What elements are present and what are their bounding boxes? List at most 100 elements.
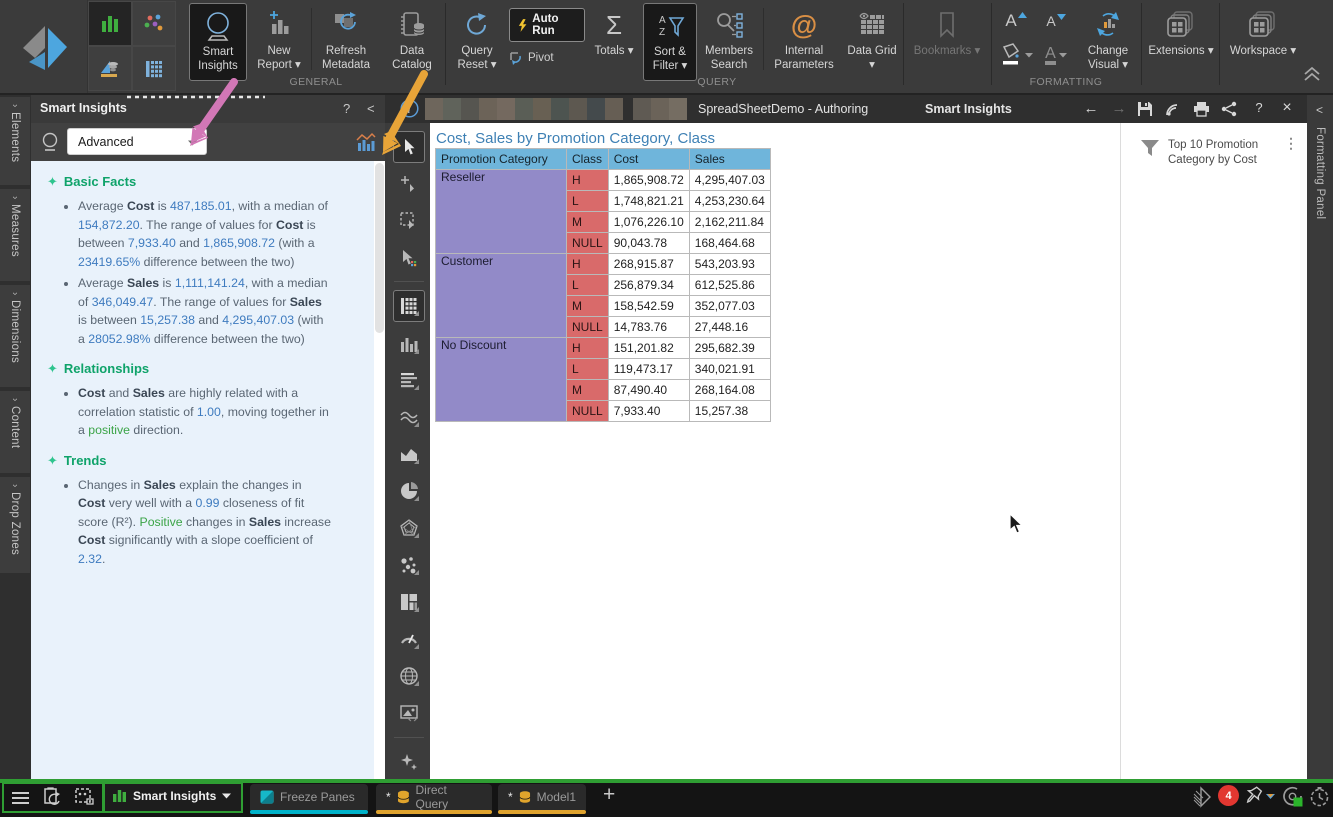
data-catalog-button[interactable]: Data Catalog (383, 3, 441, 81)
sidebar-tab-elements[interactable]: ›Elements (0, 97, 30, 185)
auto-run-toggle[interactable]: Auto Run (509, 8, 585, 42)
area-chart-tool[interactable] (393, 438, 425, 470)
print-button[interactable] (1193, 101, 1210, 120)
cost-cell[interactable]: 1,748,821.21 (608, 191, 689, 212)
cost-cell[interactable]: 268,915.87 (608, 254, 689, 275)
treemap-tool[interactable] (393, 586, 425, 618)
save-button[interactable] (1137, 101, 1153, 120)
pin-button[interactable] (1244, 785, 1263, 811)
sales-cell[interactable]: 27,448.16 (689, 317, 770, 338)
column-header[interactable]: Sales (689, 149, 770, 170)
line-chart-tool[interactable] (393, 401, 425, 433)
class-cell[interactable]: L (567, 359, 609, 380)
class-cell[interactable]: NULL (567, 317, 609, 338)
sales-cell[interactable]: 268,164.08 (689, 380, 770, 401)
class-cell[interactable]: M (567, 212, 609, 233)
cost-cell[interactable]: 14,783.76 (608, 317, 689, 338)
close-button[interactable]: × (1276, 99, 1298, 117)
collapse-ribbon-button[interactable] (1302, 66, 1322, 87)
column-header[interactable]: Promotion Category (436, 149, 567, 170)
change-visual-button[interactable]: Change Visual ▾ (1078, 3, 1138, 81)
checkout-history-button[interactable] (42, 787, 62, 812)
class-cell[interactable]: H (567, 170, 609, 191)
pointer-tool[interactable] (393, 131, 425, 163)
rectangle-select-tool[interactable] (393, 205, 425, 237)
scatter-chart-tool[interactable] (393, 549, 425, 581)
panel-scrollbar[interactable] (374, 161, 385, 779)
pivot-button[interactable]: Pivot (509, 51, 585, 65)
smart-insights-button[interactable]: Smart Insights (189, 3, 247, 81)
query-reset-button[interactable]: Query Reset ▾ (449, 3, 505, 81)
radar-chart-tool[interactable] (393, 512, 425, 544)
category-cell[interactable]: No Discount (436, 338, 567, 422)
totals-button[interactable]: Σ Totals ▾ (589, 3, 639, 81)
sales-cell[interactable]: 295,682.39 (689, 338, 770, 359)
sort-filter-button[interactable]: AZ Sort & Filter ▾ (643, 3, 697, 81)
ai-assist-tool[interactable] (393, 746, 425, 778)
class-cell[interactable]: NULL (567, 233, 609, 254)
class-cell[interactable]: NULL (567, 401, 609, 422)
tile-scatter[interactable] (132, 1, 176, 46)
tile-metric-set[interactable] (88, 46, 132, 91)
expand-formatting-panel-button[interactable]: < (1316, 103, 1323, 117)
tile-bar-chart[interactable] (88, 1, 132, 46)
cost-cell[interactable]: 1,076,226.10 (608, 212, 689, 233)
taskbar-tab-direct-query[interactable]: * Direct Query (376, 784, 492, 810)
tile-data-grid[interactable] (132, 46, 176, 91)
class-cell[interactable]: L (567, 275, 609, 296)
cost-cell[interactable]: 90,043.78 (608, 233, 689, 254)
app-logo[interactable] (0, 0, 88, 93)
cost-cell[interactable]: 7,933.40 (608, 401, 689, 422)
cost-cell[interactable]: 158,542.59 (608, 296, 689, 317)
new-tab-button[interactable]: + (603, 783, 615, 807)
job-status-icon[interactable] (1281, 785, 1304, 813)
table-visual-tool[interactable] (393, 290, 425, 322)
extensions-button[interactable]: Extensions ▾ (1146, 3, 1216, 81)
category-cell[interactable]: Customer (436, 254, 567, 338)
sales-cell[interactable]: 543,203.93 (689, 254, 770, 275)
internal-parameters-button[interactable]: @ Internal Parameters (767, 3, 841, 81)
image-tool[interactable] (393, 697, 425, 729)
notification-badge[interactable]: 4 (1218, 785, 1239, 806)
members-search-button[interactable]: Members Search (699, 3, 759, 81)
cost-cell[interactable]: 87,490.40 (608, 380, 689, 401)
sales-cell[interactable]: 2,162,211.84 (689, 212, 770, 233)
data-grid-button[interactable]: Data Grid ▾ (845, 3, 899, 81)
back-button[interactable]: ← (1080, 100, 1102, 117)
taskbar-tab-model1[interactable]: * Model1 (498, 784, 586, 810)
sidebar-tab-content[interactable]: ›Content (0, 391, 30, 473)
class-cell[interactable]: H (567, 254, 609, 275)
scheduler-icon[interactable] (1309, 786, 1330, 812)
sales-cell[interactable]: 612,525.86 (689, 275, 770, 296)
text-list-tool[interactable] (393, 364, 425, 396)
gauge-tool[interactable] (393, 623, 425, 655)
sales-cell[interactable]: 4,253,230.64 (689, 191, 770, 212)
decrease-font-button[interactable]: A (1038, 6, 1074, 36)
insight-mode-dropdown[interactable]: Advanced (67, 128, 207, 155)
table-row[interactable]: No DiscountH151,201.82295,682.39 (436, 338, 771, 359)
bookmarks-button[interactable]: Bookmarks ▾ (907, 3, 987, 81)
formatting-panel-strip[interactable]: < Formatting Panel (1307, 95, 1333, 779)
class-cell[interactable]: M (567, 380, 609, 401)
sales-cell[interactable]: 168,464.68 (689, 233, 770, 254)
font-color-button[interactable]: A (1038, 40, 1074, 70)
engine-status-icon[interactable] (1190, 786, 1212, 813)
cost-cell[interactable]: 1,865,908.72 (608, 170, 689, 191)
live-data-button[interactable] (1165, 101, 1182, 120)
category-cell[interactable]: Reseller (436, 170, 567, 254)
table-row[interactable]: ResellerH1,865,908.724,295,407.03 (436, 170, 771, 191)
bar-chart-tool[interactable] (393, 328, 425, 360)
cost-cell[interactable]: 151,201.82 (608, 338, 689, 359)
refresh-metadata-button[interactable]: Refresh Metadata (313, 3, 379, 81)
sales-cell[interactable]: 15,257.38 (689, 401, 770, 422)
cost-cell[interactable]: 119,473.17 (608, 359, 689, 380)
share-button[interactable] (1221, 101, 1238, 120)
fill-color-button[interactable] (998, 40, 1034, 70)
class-cell[interactable]: M (567, 296, 609, 317)
pie-chart-tool[interactable] (393, 475, 425, 507)
table-row[interactable]: CustomerH268,915.87543,203.93 (436, 254, 771, 275)
sales-cell[interactable]: 4,295,407.03 (689, 170, 770, 191)
taskbar-tab-freeze-panes[interactable]: Freeze Panes (250, 784, 368, 810)
template-picker-button[interactable] (74, 787, 96, 812)
multi-select-tool[interactable] (393, 242, 425, 274)
